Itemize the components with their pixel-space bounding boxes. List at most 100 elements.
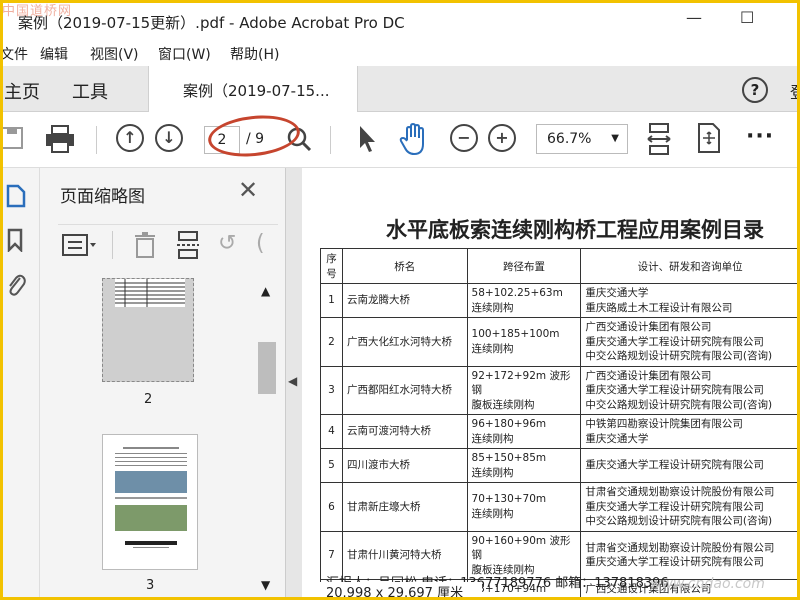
menu-file[interactable]: 文件 xyxy=(0,44,28,64)
scroll-up-icon[interactable]: ▲ xyxy=(261,284,270,298)
cell-span: 92+172+92m 波形钢 腹板连续刚构 xyxy=(466,365,582,415)
header-no: 序号 xyxy=(320,248,343,284)
thumbnail-panel: 页面缩略图 ✕ ↺ ( 2 3 ▲ ▼ xyxy=(40,168,286,600)
cell-bridge-name: 云南龙腾大桥 xyxy=(341,283,468,318)
attachment-icon[interactable] xyxy=(6,272,26,303)
cell-span: 70+130+70m 连续刚构 xyxy=(466,482,582,532)
extract-pages-icon[interactable] xyxy=(176,231,200,263)
zoom-value: 66.7% xyxy=(547,131,592,147)
tab-home[interactable]: 主页 xyxy=(4,78,40,104)
table-row: 4 云南可渡河特大桥 96+180+96m 连续刚构 中铁第四勘察设计院集团有限公司 … xyxy=(320,414,800,449)
window-title: 案例（2019-07-15更新）.pdf - Adobe Acrobat Pro… xyxy=(18,14,405,32)
menu-bar: 文件 编辑 视图(V) 窗口(W) 帮助(H) xyxy=(0,40,800,66)
header-name: 桥名 xyxy=(341,248,468,284)
cell-no: 2 xyxy=(320,317,343,367)
cell-no: 4 xyxy=(320,414,343,449)
page-thumbnail[interactable] xyxy=(102,434,198,570)
cell-units: 中铁第四勘察设计院集团有限公司 重庆交通大学 xyxy=(580,414,800,449)
zoom-in-icon[interactable]: + xyxy=(488,124,516,152)
cases-table: 序号 桥名 跨径布置 设计、研发和咨询单位 1 云南龙腾大桥 58+102.25+6… xyxy=(320,248,800,600)
panel-toolbar: ↺ ( xyxy=(58,224,278,264)
watermark-bottom: www.cndao.com xyxy=(650,576,765,592)
panel-divider xyxy=(112,231,113,259)
table-header-row: 序号 桥名 跨径布置 设计、研发和咨询单位 xyxy=(320,248,800,284)
menu-window[interactable]: 窗口(W) xyxy=(158,44,211,64)
thumbnail-scrollbar[interactable]: ▲ ▼ xyxy=(258,278,278,600)
cell-span: 58+102.25+63m 连续刚构 xyxy=(466,283,582,318)
next-page-icon[interactable]: ↓ xyxy=(155,124,183,152)
menu-view[interactable]: 视图(V) xyxy=(90,44,139,64)
title-bar: 案例（2019-07-15更新）.pdf - Adobe Acrobat Pro… xyxy=(0,0,800,40)
document-view[interactable]: 水平底板索连续刚构桥工程应用案例目录 序号 桥名 跨径布置 设计、研发和咨询单位… xyxy=(302,168,800,600)
panel-title: 页面缩略图 xyxy=(60,187,145,207)
zoom-out-icon[interactable]: − xyxy=(450,124,478,152)
prev-page-icon[interactable]: ↑ xyxy=(116,124,144,152)
cell-span: 85+150+85m 连续刚构 xyxy=(466,448,582,483)
header-span: 跨径布置 xyxy=(466,248,582,284)
sign-in-button[interactable]: 登 xyxy=(790,79,800,103)
delete-icon[interactable] xyxy=(134,231,156,263)
help-icon[interactable]: ? xyxy=(742,77,768,103)
save-icon[interactable] xyxy=(0,124,26,152)
chevron-down-icon: ▼ xyxy=(611,133,619,144)
toolbar-divider xyxy=(96,126,97,154)
more-options-icon[interactable]: ··· xyxy=(746,124,774,149)
thumbnail-number: 2 xyxy=(144,392,153,407)
zoom-select[interactable]: 66.7% ▼ xyxy=(536,124,628,154)
cell-bridge-name: 云南可渡河特大桥 xyxy=(341,414,468,449)
table-row: 1 云南龙腾大桥 58+102.25+63m 连续刚构 重庆交通大学 重庆路威土木工程… xyxy=(320,283,800,318)
panel-collapse-handle[interactable]: ◀ xyxy=(286,168,302,600)
minimize-button[interactable]: — xyxy=(686,8,702,27)
menu-edit[interactable]: 编辑 xyxy=(40,44,68,64)
page-size-status: 20.998 x 29.697 厘米 xyxy=(302,582,482,600)
print-icon[interactable] xyxy=(44,124,76,158)
watermark-top: 中国道桥网 xyxy=(2,4,73,19)
cell-units: 广西交通设计集团有限公司 重庆交通大学工程设计研究院有限公司 中交公路规划设计研… xyxy=(580,365,800,415)
thumbnail-list: 2 3 xyxy=(58,278,258,600)
cell-no: 3 xyxy=(320,365,343,415)
cell-units: 重庆交通大学 重庆路威土木工程设计有限公司 xyxy=(580,283,800,318)
tab-document[interactable]: 案例（2019-07-15... xyxy=(148,66,358,112)
table-row: 6 甘肃新庄壕大桥 70+130+70m 连续刚构 甘肃省交通规划勘察设计院股份有限公… xyxy=(320,482,800,532)
cell-units: 重庆交通大学工程设计研究院有限公司 xyxy=(580,448,800,483)
options-menu-icon[interactable] xyxy=(62,233,98,261)
cell-span: 100+185+100m 连续刚构 xyxy=(466,317,582,367)
page-thumbnails-icon[interactable] xyxy=(6,184,26,213)
cell-units: 甘肃省交通规划勘察设计院股份有限公司 重庆交通大学工程设计研究院有限公司 中交公… xyxy=(580,482,800,532)
cell-no: 5 xyxy=(320,448,343,483)
pdf-page: 水平底板索连续刚构桥工程应用案例目录 序号 桥名 跨径布置 设计、研发和咨询单位… xyxy=(302,168,800,600)
toolbar: ↑ ↓ 2 / 9 − + 66.7% ▼ ··· xyxy=(0,112,800,168)
cell-bridge-name: 四川渡市大桥 xyxy=(341,448,468,483)
cell-bridge-name: 甘肃新庄壕大桥 xyxy=(341,482,468,532)
cell-bridge-name: 广西都阳红水河特大桥 xyxy=(341,365,468,415)
toolbar-divider xyxy=(330,126,331,154)
tab-bar: 主页 工具 案例（2019-07-15... ? 登 xyxy=(0,66,800,112)
maximize-button[interactable]: ☐ xyxy=(740,8,754,27)
cell-units: 广西交通设计集团有限公司 重庆交通大学工程设计研究院有限公司 中交公路规划设计研… xyxy=(580,317,800,367)
cell-span: 96+180+96m 连续刚构 xyxy=(466,414,582,449)
cell-no: 1 xyxy=(320,283,343,318)
full-screen-icon[interactable] xyxy=(696,122,722,158)
cell-bridge-name: 广西大化红水河特大桥 xyxy=(341,317,468,367)
bookmark-icon[interactable] xyxy=(6,228,24,257)
rotate-left-icon[interactable]: ↺ xyxy=(218,231,236,256)
document-title: 水平底板索连续刚构桥工程应用案例目录 xyxy=(386,217,764,242)
rotate-right-icon[interactable]: ( xyxy=(256,231,265,256)
fit-width-icon[interactable] xyxy=(646,122,672,160)
close-icon[interactable]: ✕ xyxy=(238,176,258,204)
header-units: 设计、研发和咨询单位 xyxy=(580,248,800,284)
page-thumbnail[interactable] xyxy=(102,278,194,382)
chevron-left-icon: ◀ xyxy=(288,374,298,388)
tab-document-label: 案例（2019-07-15... xyxy=(183,82,330,100)
table-row: 3 广西都阳红水河特大桥 92+172+92m 波形钢 腹板连续刚构 广西交通设计集团… xyxy=(320,365,800,415)
scroll-thumb[interactable] xyxy=(258,342,276,394)
table-row: 2 广西大化红水河特大桥 100+185+100m 连续刚构 广西交通设计集团有限公司… xyxy=(320,317,800,367)
tab-tools[interactable]: 工具 xyxy=(72,78,108,104)
thumbnail-number: 3 xyxy=(146,578,155,593)
left-rail xyxy=(0,168,40,600)
table-row: 5 四川渡市大桥 85+150+85m 连续刚构 重庆交通大学工程设计研究院有限公司 xyxy=(320,448,800,483)
hand-tool-icon[interactable] xyxy=(398,122,430,160)
menu-help[interactable]: 帮助(H) xyxy=(230,44,279,64)
select-cursor-icon[interactable] xyxy=(356,124,378,158)
scroll-down-icon[interactable]: ▼ xyxy=(261,578,270,592)
